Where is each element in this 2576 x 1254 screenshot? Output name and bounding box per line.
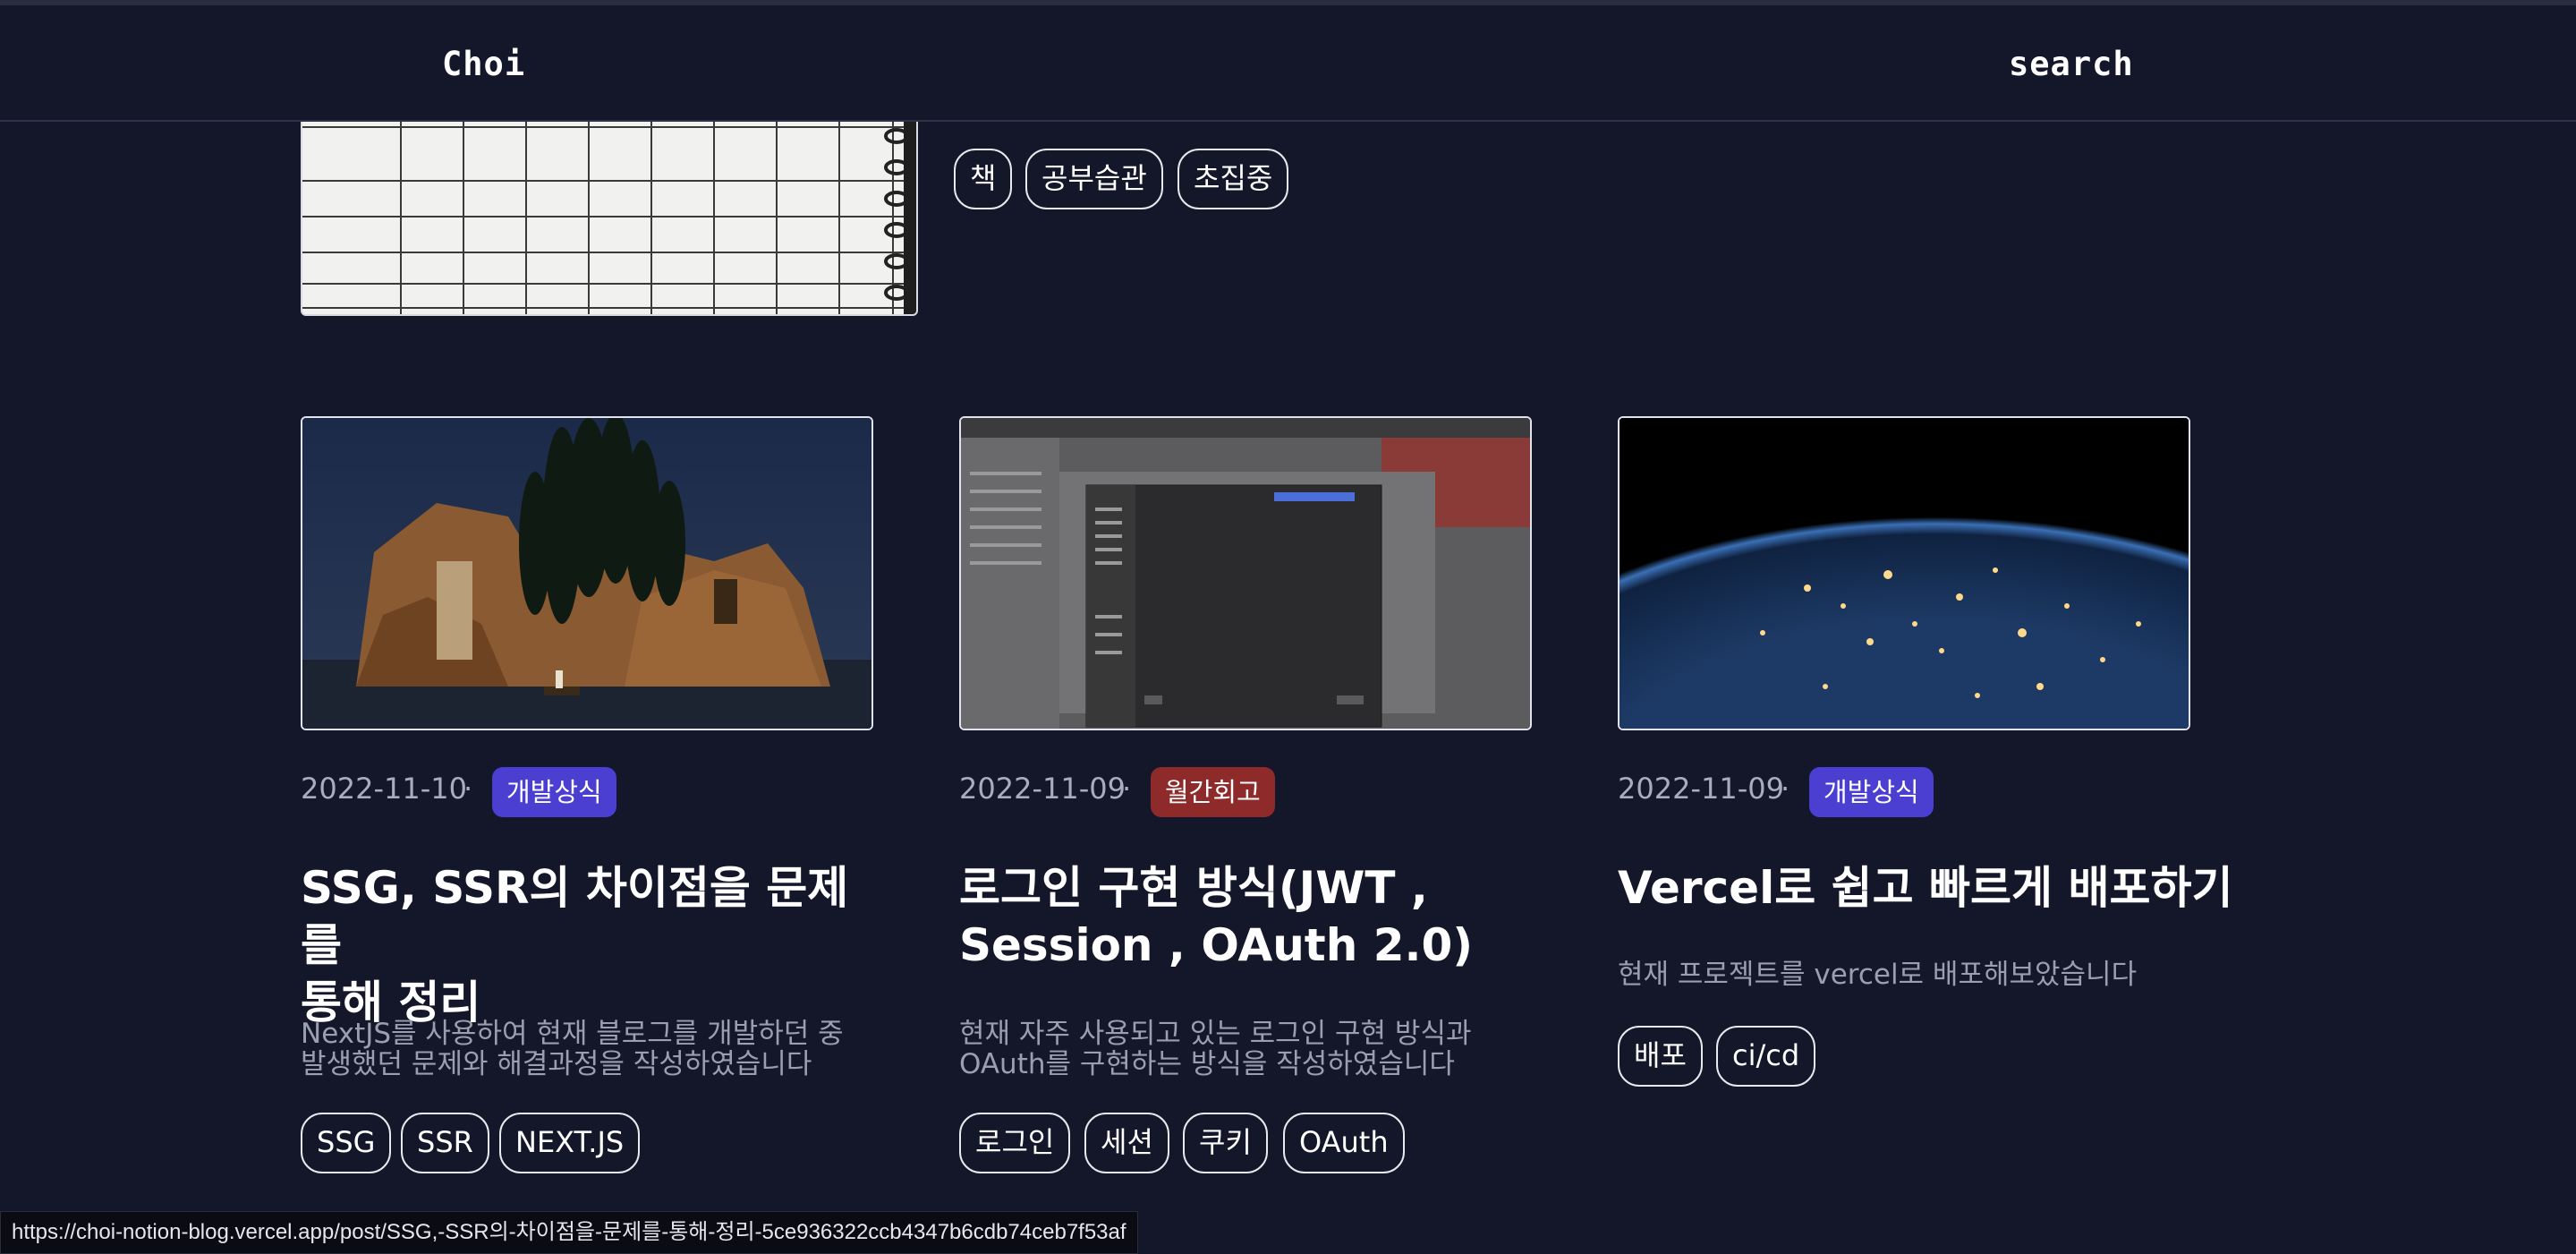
post-title-line: Vercel로 쉽고 빠르게 배포하기 [1618, 862, 2233, 914]
tag-chip[interactable]: 세션 [1084, 1113, 1169, 1173]
post-thumbnail-planner[interactable] [301, 90, 918, 316]
post-title-line: SSG, SSR의 차이점을 문제를 [301, 862, 849, 971]
tag-chip[interactable]: 배포 [1618, 1026, 1703, 1087]
tag-chip[interactable]: 로그인 [959, 1113, 1071, 1173]
tag-chip[interactable]: 초집중 [1177, 149, 1289, 209]
post-date: 2022-11-09 [959, 772, 1126, 806]
post-title-line: Session , OAuth 2.0) [959, 919, 1474, 971]
post-description-line: NextJS를 사용하여 현재 블로그를 개발하던 중 [301, 1018, 844, 1050]
post-thumbnail-login-screenshot[interactable] [959, 416, 1532, 730]
post-thumbnail-isle-of-dead[interactable] [301, 416, 873, 730]
tag-chip[interactable]: SSR [401, 1113, 489, 1173]
meta-separator: · [1781, 772, 1790, 806]
tag-chip[interactable]: 쿠키 [1183, 1113, 1268, 1173]
post-description-line: 현재 프로젝트를 vercel로 배포해보았습니다 [1618, 959, 2138, 991]
post-title[interactable]: Vercel로 쉽고 빠르게 배포하기 [1618, 859, 2244, 917]
post-description: NextJS를 사용하여 현재 블로그를 개발하던 중 발생했던 문제와 해결과… [301, 1019, 873, 1079]
post-description: 현재 자주 사용되고 있는 로그인 구현 방식과 OAuth를 구현하는 방식을… [959, 1019, 1532, 1079]
tag-chip[interactable]: NEXT.JS [499, 1113, 641, 1173]
earth-at-night-image [1620, 418, 2189, 729]
planner-grid-image [302, 91, 916, 314]
post-description-line: 현재 자주 사용되고 있는 로그인 구현 방식과 [959, 1018, 1472, 1050]
post-description: 현재 프로젝트를 vercel로 배포해보았습니다 [1618, 960, 2190, 990]
search-link[interactable]: search [2009, 45, 2134, 83]
category-badge[interactable]: 개발상식 [492, 767, 616, 817]
site-logo[interactable]: Choi [442, 45, 525, 83]
tag-chip[interactable]: SSG [301, 1113, 392, 1173]
post-date: 2022-11-10 [301, 772, 467, 806]
tag-chip[interactable]: ci/cd [1716, 1026, 1816, 1087]
isle-painting-image [302, 418, 871, 729]
post-date: 2022-11-09 [1618, 772, 1784, 806]
post-title-line: 로그인 구현 방식(JWT , [959, 862, 1428, 914]
tag-chip[interactable]: OAuth [1283, 1113, 1405, 1173]
post-description-line: OAuth를 구현하는 방식을 작성하였습니다 [959, 1048, 1455, 1080]
post-thumbnail-earth-night[interactable] [1618, 416, 2190, 730]
status-bar-url: https://choi-notion-blog.vercel.app/post… [0, 1211, 1138, 1254]
category-badge[interactable]: 월간회고 [1151, 767, 1275, 817]
post-description-line: 발생했던 문제와 해결과정을 작성하였습니다 [301, 1048, 812, 1080]
meta-separator: · [463, 772, 473, 806]
file-dialog-screenshot-image [961, 418, 1530, 729]
blog-page: 책 공부습관 초집중 Choi search 2022-11-10 · 개발상식… [0, 0, 2576, 1254]
tag-chip[interactable]: 공부습관 [1025, 149, 1163, 209]
site-header: Choi search [0, 0, 2576, 122]
meta-separator: · [1122, 772, 1132, 806]
post-title[interactable]: 로그인 구현 방식(JWT , Session , OAuth 2.0) [959, 859, 1532, 974]
category-badge[interactable]: 개발상식 [1809, 767, 1934, 817]
post-title[interactable]: SSG, SSR의 차이점을 문제를 통해 정리 [301, 859, 873, 1031]
tag-chip[interactable]: 책 [954, 149, 1013, 209]
